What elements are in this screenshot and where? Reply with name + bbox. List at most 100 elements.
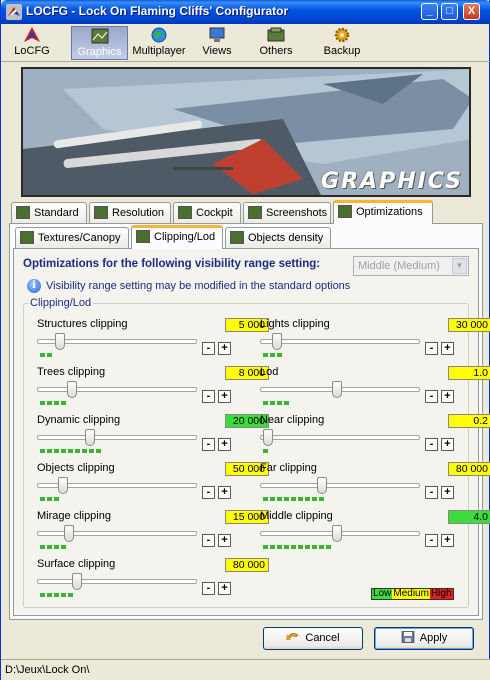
decrement-button[interactable]: -: [425, 534, 438, 547]
undo-icon: [286, 630, 300, 642]
tab-clipping-lod[interactable]: Clipping/Lod: [131, 225, 223, 249]
increment-button[interactable]: +: [441, 390, 454, 403]
slider-thumb[interactable]: [67, 381, 77, 398]
toolbar-label-locfg: LoCFG: [14, 45, 50, 57]
increment-button[interactable]: +: [218, 486, 231, 499]
toolbar-item-multiplayer[interactable]: Multiplayer: [131, 26, 187, 60]
slider-thumb[interactable]: [332, 525, 342, 542]
slider-track[interactable]: [260, 339, 420, 344]
setting-value: 80 000: [225, 558, 269, 572]
graphics-icon: [91, 28, 109, 44]
chevron-down-icon: ▼: [452, 258, 467, 274]
slider-thumb[interactable]: [317, 477, 327, 494]
toolbar-label-multiplayer: Multiplayer: [132, 45, 186, 57]
tab-density-icon: [230, 231, 244, 244]
increment-button[interactable]: +: [218, 390, 231, 403]
slider-track[interactable]: [37, 579, 197, 584]
decrement-button[interactable]: -: [425, 438, 438, 451]
install-path: D:\Jeux\Lock On\: [5, 664, 90, 676]
toolbar-item-views[interactable]: Views: [194, 26, 240, 60]
decrement-button[interactable]: -: [425, 390, 438, 403]
tab-textures-canopy[interactable]: Textures/Canopy: [15, 227, 129, 248]
setting-row: Lod 1.0- +: [260, 366, 490, 410]
optimizations-heading: Optimizations for the following visibili…: [23, 258, 321, 270]
visibility-range-value: Middle (Medium): [358, 260, 440, 272]
decrement-button[interactable]: -: [425, 342, 438, 355]
decrement-button[interactable]: -: [202, 438, 215, 451]
increment-button[interactable]: +: [218, 534, 231, 547]
status-bar: D:\Jeux\Lock On\: [1, 659, 490, 680]
slider-thumb[interactable]: [55, 333, 65, 350]
increment-button[interactable]: +: [441, 438, 454, 451]
slider-thumb[interactable]: [72, 573, 82, 590]
slider-track[interactable]: [37, 435, 197, 440]
legend-high: High: [429, 588, 453, 599]
setting-value: 1.0: [448, 366, 490, 380]
group-label: Clipping/Lod: [28, 297, 94, 309]
slider-thumb[interactable]: [272, 333, 282, 350]
level-indicator-bar: [263, 401, 289, 405]
tab-screenshots-icon: [248, 206, 262, 219]
level-indicator-bar: [40, 593, 73, 597]
setting-row: Objects clipping 50 000- +: [37, 462, 269, 506]
title-bar[interactable]: LOCFG - Lock On Flaming Cliffs' Configur…: [1, 0, 490, 24]
setting-label: Trees clipping: [37, 366, 106, 378]
legend-medium: Medium: [392, 588, 430, 599]
setting-label: Dynamic clipping: [37, 414, 121, 426]
setting-row: Structures clipping 5 000- +: [37, 318, 269, 362]
tab-optimizations[interactable]: Optimizations: [333, 200, 433, 224]
tab-objects-density[interactable]: Objects density: [225, 227, 331, 248]
slider-thumb[interactable]: [58, 477, 68, 494]
tab-screenshots[interactable]: Screenshots: [243, 202, 331, 223]
increment-button[interactable]: +: [441, 486, 454, 499]
increment-button[interactable]: +: [218, 342, 231, 355]
increment-button[interactable]: +: [441, 534, 454, 547]
toolbar-item-graphics[interactable]: Graphics: [71, 26, 128, 60]
slider-thumb[interactable]: [64, 525, 74, 542]
decrement-button[interactable]: -: [202, 486, 215, 499]
decrement-button[interactable]: -: [202, 534, 215, 547]
monitor-icon: [208, 27, 226, 43]
slider-track[interactable]: [260, 483, 420, 488]
toolbar-item-locfg[interactable]: LoCFG: [6, 26, 58, 60]
setting-row: Far clipping 80 000- +: [260, 462, 490, 506]
tab-textures-icon: [20, 231, 34, 244]
slider-thumb[interactable]: [85, 429, 95, 446]
close-button[interactable]: X: [463, 3, 480, 20]
minimize-button[interactable]: _: [421, 3, 438, 20]
toolbar-item-backup[interactable]: Backup: [316, 26, 368, 60]
increment-button[interactable]: +: [441, 342, 454, 355]
window-title: LOCFG - Lock On Flaming Cliffs' Configur…: [26, 4, 289, 18]
increment-button[interactable]: +: [218, 438, 231, 451]
app-icon: [6, 4, 22, 20]
setting-label: Surface clipping: [37, 558, 116, 570]
apply-button[interactable]: Apply: [374, 627, 474, 650]
slider-track[interactable]: [37, 531, 197, 536]
slider-thumb[interactable]: [332, 381, 342, 398]
locfg-logo-icon: [23, 27, 41, 43]
decrement-button[interactable]: -: [202, 390, 215, 403]
tab-standard-icon: [16, 206, 30, 219]
banner-graphics-logo: GRAPHICS: [321, 169, 463, 194]
setting-row: Near clipping 0.2- +: [260, 414, 490, 458]
tab-standard[interactable]: Standard: [11, 202, 87, 223]
setting-row: Dynamic clipping 20 000- +: [37, 414, 269, 458]
tab-resolution[interactable]: Resolution: [89, 202, 171, 223]
maximize-button[interactable]: □: [441, 3, 458, 20]
slider-track[interactable]: [37, 387, 197, 392]
level-indicator-bar: [40, 353, 52, 357]
slider-track[interactable]: [260, 435, 420, 440]
setting-row: Trees clipping 8 000- +: [37, 366, 269, 410]
increment-button[interactable]: +: [218, 582, 231, 595]
cancel-button[interactable]: Cancel: [263, 627, 363, 650]
configurator-window: LOCFG - Lock On Flaming Cliffs' Configur…: [0, 0, 490, 680]
level-indicator-bar: [263, 545, 331, 549]
setting-label: Near clipping: [260, 414, 325, 426]
toolbar-item-others[interactable]: Others: [252, 26, 300, 60]
legend-low: Low: [372, 588, 393, 599]
decrement-button[interactable]: -: [202, 582, 215, 595]
decrement-button[interactable]: -: [425, 486, 438, 499]
decrement-button[interactable]: -: [202, 342, 215, 355]
tab-cockpit[interactable]: Cockpit: [173, 202, 241, 223]
slider-thumb[interactable]: [263, 429, 273, 446]
